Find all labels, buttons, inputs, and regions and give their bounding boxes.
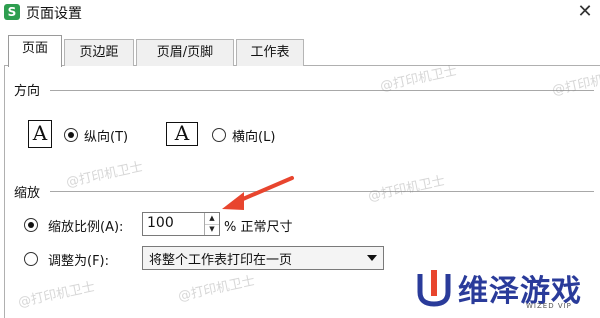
tab-page[interactable]: 页面 <box>8 35 62 67</box>
brand-logo-subtext: WIZED VIP <box>526 302 572 310</box>
brand-mark-icon <box>417 270 451 307</box>
brand-logo: 维泽游戏 WIZED VIP <box>402 262 600 318</box>
